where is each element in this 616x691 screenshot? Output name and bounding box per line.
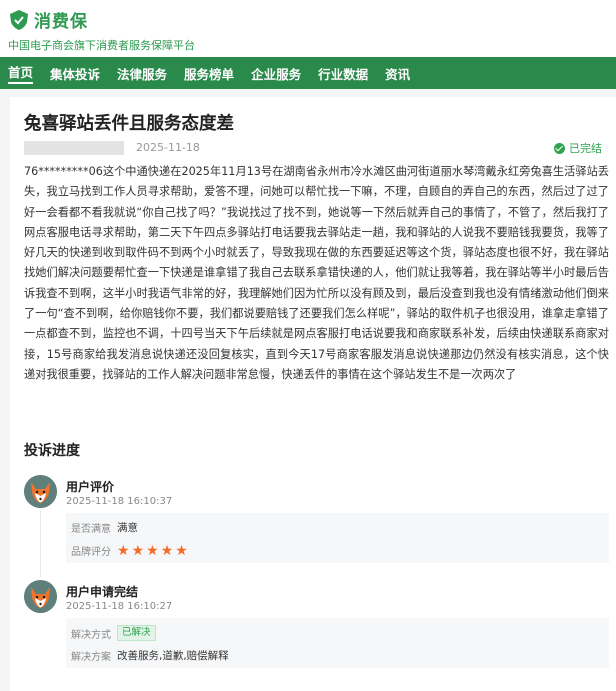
user-name-blurred: [24, 141, 124, 155]
status-label: 已完结: [569, 142, 602, 155]
step-time: 2025-11-18 16:10:27: [66, 601, 173, 612]
status-badge: 已完结: [554, 140, 602, 156]
logo-shield-icon: [8, 9, 30, 31]
detail-row-brand-rating: 品牌评分 ★ ★ ★ ★ ★: [71, 543, 190, 559]
site-header: 消费保 中国电子商会旗下消费者服务保障平台: [0, 0, 616, 57]
star-icon: ★: [146, 542, 159, 559]
detail-label: 解决方案: [71, 652, 111, 663]
detail-label: 是否满意: [71, 524, 111, 535]
detail-row-resolution-plan: 解决方案 改善服务,道歉,赔偿解释: [71, 648, 229, 663]
detail-value: 满意: [117, 522, 138, 534]
nav-item-service-ranking[interactable]: 服务榜单: [184, 64, 234, 83]
main-nav: 首页 集体投诉 法律服务 服务榜单 企业服务 行业数据 资讯: [0, 57, 616, 89]
complaint-card: 兔喜驿站丢件且服务态度差 2025-11-18 已完结 76*********0…: [10, 97, 616, 691]
timeline-line: [40, 511, 41, 577]
nav-item-news[interactable]: 资讯: [385, 64, 410, 83]
detail-row-resolution-method: 解决方式 已解决: [71, 625, 156, 641]
step-details: 是否满意 满意 品牌评分 ★ ★ ★ ★ ★: [66, 513, 609, 563]
complaint-title: 兔喜驿站丢件且服务态度差: [24, 114, 234, 134]
brand-name: 消费保: [34, 12, 88, 32]
progress-heading: 投诉进度: [24, 443, 80, 459]
complaint-date: 2025-11-18: [136, 141, 200, 154]
detail-value: 改善服务,道歉,赔偿解释: [117, 650, 229, 662]
complaint-content: 76*********06这个中通快递在2025年11月13号在湖南省永州市冷水…: [24, 165, 609, 381]
nav-item-enterprise-service[interactable]: 企业服务: [251, 64, 301, 83]
star-icon: ★: [160, 542, 174, 559]
nav-item-home[interactable]: 首页: [8, 62, 34, 84]
step-details: 解决方式 已解决 解决方案 改善服务,道歉,赔偿解释: [66, 618, 609, 668]
step-time: 2025-11-18 16:10:37: [66, 496, 173, 507]
detail-label: 解决方式: [71, 629, 111, 641]
fox-avatar-icon: [24, 475, 57, 508]
step-name: 用户申请完结: [66, 585, 139, 599]
detail-label: 品牌评分: [71, 547, 111, 558]
nav-item-industry-data[interactable]: 行业数据: [318, 64, 368, 83]
fox-avatar-icon: [24, 580, 57, 613]
nav-item-legal-service[interactable]: 法律服务: [117, 64, 167, 83]
star-icon: ★: [117, 542, 130, 559]
star-icon: ★: [175, 542, 188, 559]
complaint-meta: 2025-11-18 已完结: [24, 140, 606, 156]
check-circle-icon: [554, 142, 565, 154]
brand-slogan: 中国电子商会旗下消费者服务保障平台: [8, 39, 195, 52]
resolved-badge: 已解决: [117, 625, 156, 641]
star-icon: ★: [131, 542, 145, 559]
detail-row-satisfied: 是否满意 满意: [71, 520, 138, 535]
rating-stars: ★ ★ ★ ★ ★: [117, 544, 190, 558]
step-name: 用户评价: [66, 480, 115, 494]
nav-item-collective-complaint[interactable]: 集体投诉: [50, 64, 100, 83]
site-logo[interactable]: 消费保: [8, 7, 88, 32]
